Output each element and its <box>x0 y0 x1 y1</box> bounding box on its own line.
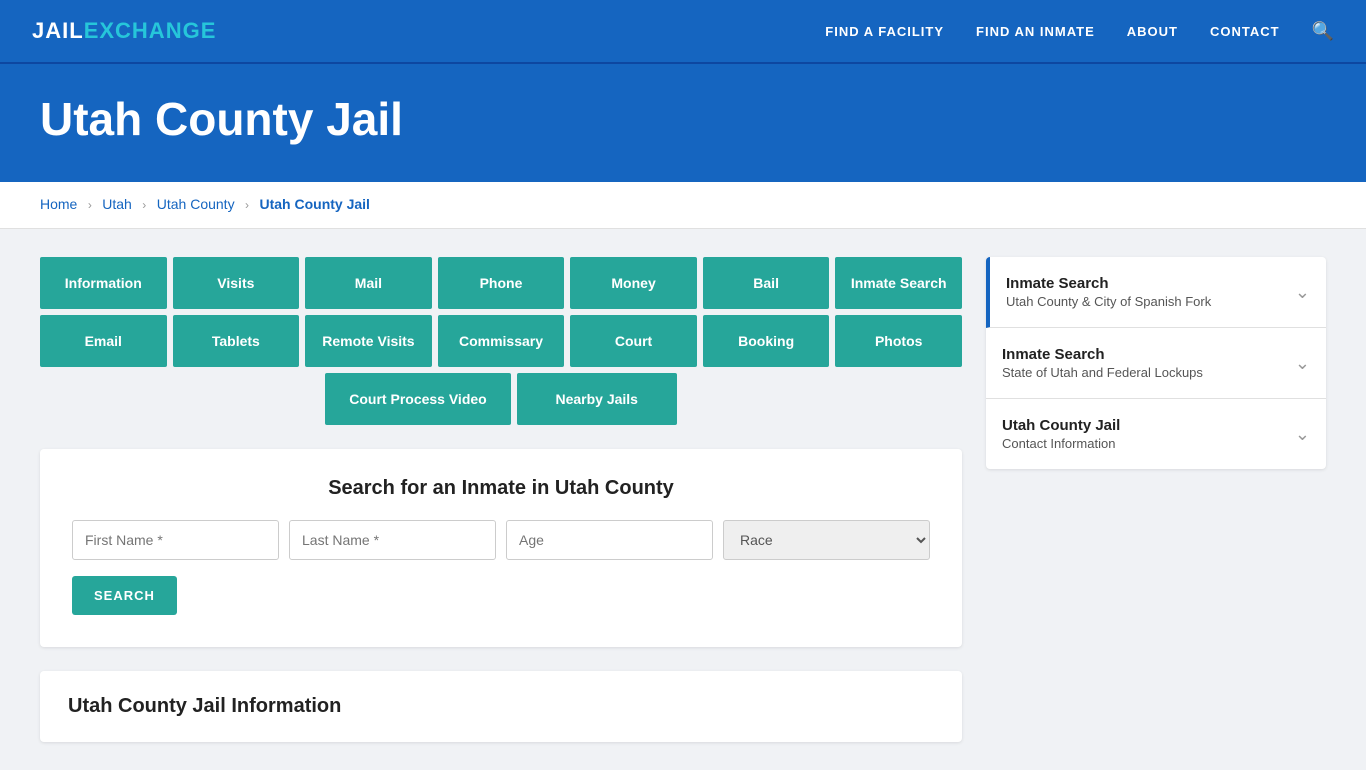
btn-email[interactable]: Email <box>40 315 167 367</box>
btn-phone[interactable]: Phone <box>438 257 565 309</box>
btn-mail[interactable]: Mail <box>305 257 432 309</box>
sidebar-item-title-1: Inmate Search <box>1006 275 1211 292</box>
btn-commissary[interactable]: Commissary <box>438 315 565 367</box>
sidebar-item-subtitle-3: Contact Information <box>1002 436 1120 451</box>
chevron-down-icon-3: ⌄ <box>1295 424 1310 445</box>
sidebar-item-text-3: Utah County Jail Contact Information <box>1002 417 1120 451</box>
btn-tablets[interactable]: Tablets <box>173 315 300 367</box>
btn-inmate-search[interactable]: Inmate Search <box>835 257 962 309</box>
sidebar-item-text-1: Inmate Search Utah County & City of Span… <box>1006 275 1211 309</box>
btn-bail[interactable]: Bail <box>703 257 830 309</box>
btn-remote-visits[interactable]: Remote Visits <box>305 315 432 367</box>
button-grid-row3: Court Process Video Nearby Jails <box>40 373 962 425</box>
nav-find-inmate[interactable]: FIND AN INMATE <box>976 24 1095 39</box>
btn-money[interactable]: Money <box>570 257 697 309</box>
breadcrumb-sep-3: › <box>245 198 249 212</box>
button-grid-row2: Email Tablets Remote Visits Commissary C… <box>40 315 962 367</box>
sidebar-card: Inmate Search Utah County & City of Span… <box>986 257 1326 469</box>
first-name-input[interactable] <box>72 520 279 560</box>
breadcrumb-utah[interactable]: Utah <box>102 196 132 212</box>
nav-find-facility[interactable]: FIND A FACILITY <box>825 24 944 39</box>
breadcrumb-sep-2: › <box>142 198 146 212</box>
btn-court-process-video[interactable]: Court Process Video <box>325 373 510 425</box>
search-button[interactable]: SEARCH <box>72 576 177 615</box>
navbar: JAILEXCHANGE FIND A FACILITY FIND AN INM… <box>0 0 1366 64</box>
sidebar-item-subtitle-2: State of Utah and Federal Lockups <box>1002 365 1203 380</box>
sidebar-item-inmate-search-state[interactable]: Inmate Search State of Utah and Federal … <box>986 328 1326 399</box>
sidebar-item-text-2: Inmate Search State of Utah and Federal … <box>1002 346 1203 380</box>
btn-booking[interactable]: Booking <box>703 315 830 367</box>
main-content: Information Visits Mail Phone Money Bail… <box>0 229 1366 770</box>
logo-exchange: EXCHANGE <box>84 18 217 44</box>
sidebar-item-title-3: Utah County Jail <box>1002 417 1120 434</box>
right-sidebar: Inmate Search Utah County & City of Span… <box>986 257 1326 742</box>
nav-about[interactable]: ABOUT <box>1127 24 1178 39</box>
chevron-down-icon-2: ⌄ <box>1295 353 1310 374</box>
logo-jail: JAIL <box>32 18 84 44</box>
page-title: Utah County Jail <box>40 92 1326 146</box>
race-select[interactable]: Race White Black Hispanic Asian Native A… <box>723 520 930 560</box>
btn-court[interactable]: Court <box>570 315 697 367</box>
breadcrumb-sep-1: › <box>88 198 92 212</box>
hero-section: Utah County Jail <box>0 64 1366 182</box>
inmate-search-box: Search for an Inmate in Utah County Race… <box>40 449 962 647</box>
breadcrumb-utah-county[interactable]: Utah County <box>157 196 235 212</box>
chevron-down-icon-1: ⌄ <box>1295 282 1310 303</box>
sidebar-item-subtitle-1: Utah County & City of Spanish Fork <box>1006 294 1211 309</box>
sidebar-item-contact-info[interactable]: Utah County Jail Contact Information ⌄ <box>986 399 1326 469</box>
info-section: Utah County Jail Information <box>40 671 962 742</box>
age-input[interactable] <box>506 520 713 560</box>
btn-nearby-jails[interactable]: Nearby Jails <box>517 373 677 425</box>
info-title: Utah County Jail Information <box>68 695 934 718</box>
btn-photos[interactable]: Photos <box>835 315 962 367</box>
breadcrumb-home[interactable]: Home <box>40 196 77 212</box>
nav-links: FIND A FACILITY FIND AN INMATE ABOUT CON… <box>825 21 1334 42</box>
btn-information[interactable]: Information <box>40 257 167 309</box>
logo[interactable]: JAILEXCHANGE <box>32 18 216 44</box>
sidebar-item-title-2: Inmate Search <box>1002 346 1203 363</box>
button-grid-row1: Information Visits Mail Phone Money Bail… <box>40 257 962 309</box>
last-name-input[interactable] <box>289 520 496 560</box>
breadcrumb-current: Utah County Jail <box>259 196 369 212</box>
search-icon[interactable]: 🔍 <box>1312 21 1334 42</box>
search-title: Search for an Inmate in Utah County <box>72 477 930 500</box>
search-fields: Race White Black Hispanic Asian Native A… <box>72 520 930 560</box>
sidebar-item-inmate-search-utah[interactable]: Inmate Search Utah County & City of Span… <box>986 257 1326 328</box>
btn-visits[interactable]: Visits <box>173 257 300 309</box>
left-column: Information Visits Mail Phone Money Bail… <box>40 257 962 742</box>
breadcrumb: Home › Utah › Utah County › Utah County … <box>0 182 1366 229</box>
nav-contact[interactable]: CONTACT <box>1210 24 1280 39</box>
